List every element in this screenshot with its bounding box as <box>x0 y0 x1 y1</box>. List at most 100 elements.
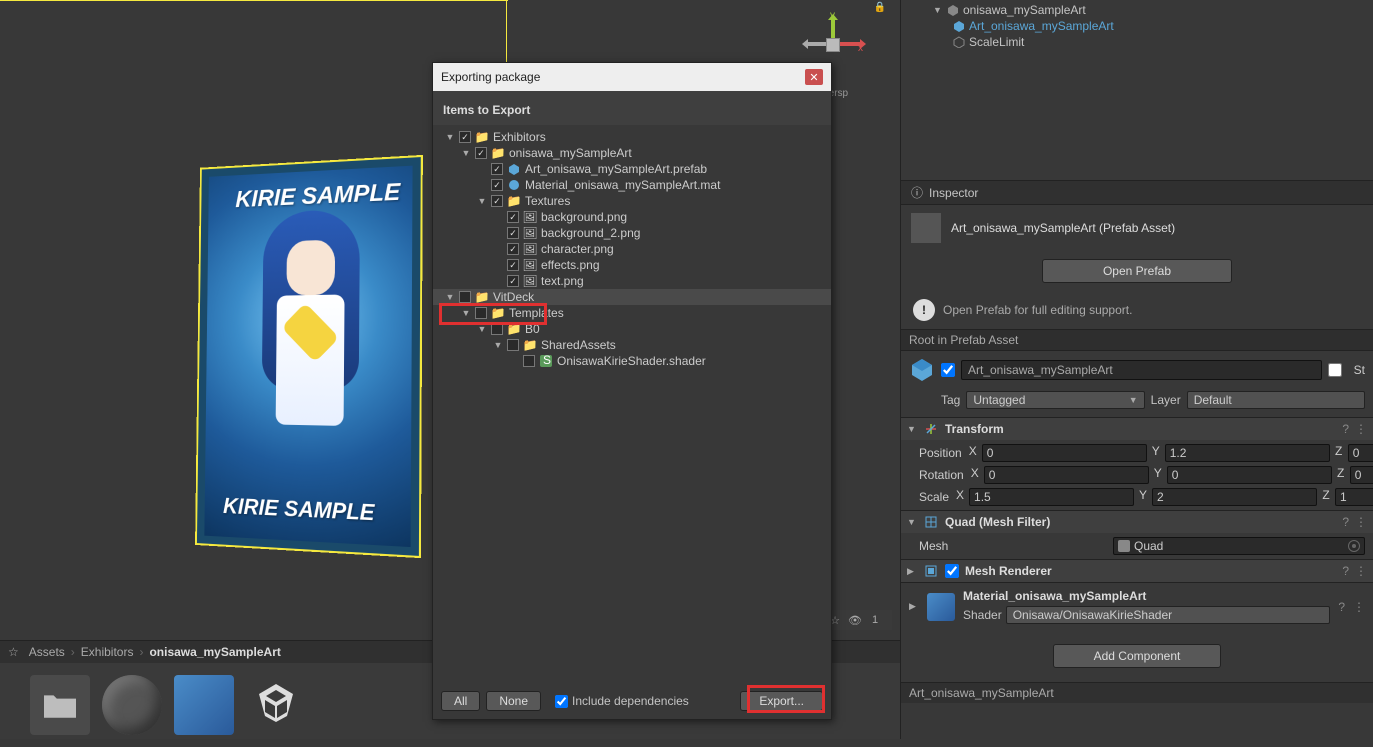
gameobject-name-input[interactable] <box>961 360 1322 380</box>
scale-x[interactable] <box>969 488 1134 506</box>
scale-y[interactable] <box>1152 488 1317 506</box>
tree-item[interactable]: 🖼text.png <box>433 273 831 289</box>
breadcrumb-root[interactable]: Assets <box>29 645 65 659</box>
menu-icon[interactable]: ⋮ <box>1353 600 1365 614</box>
visibility-icon[interactable]: 👁 <box>846 612 864 628</box>
tree-checkbox[interactable] <box>507 275 519 287</box>
tree-item[interactable]: 🖼background_2.png <box>433 225 831 241</box>
foldout-icon[interactable]: ▼ <box>477 196 487 206</box>
foldout-icon[interactable]: ▼ <box>933 5 943 15</box>
renderer-enable-checkbox[interactable] <box>945 564 959 578</box>
static-checkbox[interactable] <box>1328 363 1342 377</box>
breadcrumb-current[interactable]: onisawa_mySampleArt <box>149 645 280 659</box>
tree-item[interactable]: ▼📁onisawa_mySampleArt <box>433 145 831 161</box>
breadcrumb-l1[interactable]: Exhibitors <box>81 645 134 659</box>
dialog-titlebar[interactable]: Exporting package ✕ <box>433 63 831 91</box>
tree-item[interactable]: Art_onisawa_mySampleArt.prefab <box>433 161 831 177</box>
project-item-material[interactable] <box>102 675 162 735</box>
position-x[interactable] <box>982 444 1147 462</box>
layer-dropdown[interactable]: Default <box>1187 391 1365 409</box>
tree-item[interactable]: 🖼character.png <box>433 241 831 257</box>
gizmo-y-axis[interactable] <box>831 20 835 38</box>
foldout-icon[interactable]: ▼ <box>477 324 487 334</box>
tree-checkbox[interactable] <box>475 307 487 319</box>
tree-item[interactable]: ▼📁Templates <box>433 305 831 321</box>
foldout-icon[interactable]: ▼ <box>493 340 503 350</box>
tree-item-vitdeck[interactable]: ▼📁VitDeck <box>433 289 831 305</box>
project-item-folder[interactable] <box>30 675 90 735</box>
project-item-scene[interactable] <box>246 675 306 735</box>
foldout-icon[interactable]: ▼ <box>445 292 455 302</box>
include-dependencies-checkbox[interactable] <box>555 695 568 708</box>
help-icon[interactable]: ? <box>1342 564 1349 578</box>
gizmo-z-axis[interactable] <box>808 42 826 46</box>
shader-label: Shader <box>963 608 1002 622</box>
foldout-icon[interactable]: ▼ <box>907 517 917 527</box>
tree-item[interactable]: ▼📁Exhibitors <box>433 129 831 145</box>
menu-icon[interactable]: ⋮ <box>1355 515 1367 529</box>
rotation-x[interactable] <box>984 466 1149 484</box>
rotation-z[interactable] <box>1350 466 1373 484</box>
tree-checkbox[interactable] <box>491 195 503 207</box>
tree-checkbox[interactable] <box>507 211 519 223</box>
menu-icon[interactable]: ⋮ <box>1355 564 1367 578</box>
none-button[interactable]: None <box>486 691 541 711</box>
tree-item[interactable]: 🖼effects.png <box>433 257 831 273</box>
inspector-tab-label: Inspector <box>929 186 978 200</box>
tree-item[interactable]: SOnisawaKirieShader.shader <box>433 353 831 369</box>
enable-checkbox[interactable] <box>941 363 955 377</box>
rotation-y[interactable] <box>1167 466 1332 484</box>
tree-item[interactable]: ▼📁Textures <box>433 193 831 209</box>
tree-checkbox[interactable] <box>523 355 535 367</box>
project-item-prefab[interactable] <box>174 675 234 735</box>
favorite-icon[interactable]: ☆ <box>8 645 19 659</box>
foldout-icon[interactable]: ▼ <box>445 132 455 142</box>
tree-item[interactable]: 🖼background.png <box>433 209 831 225</box>
foldout-icon[interactable]: ▼ <box>461 148 471 158</box>
hierarchy-item[interactable]: ▼ onisawa_mySampleArt <box>901 2 1373 18</box>
help-icon[interactable]: ? <box>1342 422 1349 436</box>
foldout-icon[interactable]: ▼ <box>907 424 917 434</box>
foldout-icon[interactable]: ▶ <box>909 601 919 612</box>
hierarchy-item[interactable]: ScaleLimit <box>901 34 1373 50</box>
tree-checkbox[interactable] <box>459 131 471 143</box>
position-z[interactable] <box>1348 444 1373 462</box>
foldout-icon[interactable]: ▼ <box>461 308 471 318</box>
tree-checkbox[interactable] <box>507 227 519 239</box>
scene-object-selected[interactable]: KIRIE SAMPLE KIRIE SAMPLE <box>195 155 423 558</box>
tree-item[interactable]: Material_onisawa_mySampleArt.mat <box>433 177 831 193</box>
gizmo-y-label: y <box>830 10 835 21</box>
tree-checkbox[interactable] <box>491 163 503 175</box>
object-picker-icon[interactable] <box>1348 540 1360 552</box>
menu-icon[interactable]: ⋮ <box>1355 422 1367 436</box>
tree-item[interactable]: ▼📁B0 <box>433 321 831 337</box>
tree-item[interactable]: ▼📁SharedAssets <box>433 337 831 353</box>
shader-dropdown[interactable]: Onisawa/OnisawaKirieShader <box>1006 606 1331 624</box>
help-icon[interactable]: ? <box>1338 600 1345 614</box>
tree-checkbox[interactable] <box>507 243 519 255</box>
open-prefab-button[interactable]: Open Prefab <box>1042 259 1232 283</box>
tree-checkbox[interactable] <box>507 259 519 271</box>
lock-icon[interactable]: 🔒 <box>874 2 886 13</box>
tag-dropdown[interactable]: Untagged▼ <box>966 391 1144 409</box>
all-button[interactable]: All <box>441 691 480 711</box>
foldout-icon[interactable]: ▶ <box>907 566 917 577</box>
mesh-field[interactable]: Quad <box>1113 537 1365 555</box>
inspector-tab[interactable]: ⓘ Inspector <box>901 181 1373 205</box>
add-component-button[interactable]: Add Component <box>1053 644 1222 668</box>
tree-checkbox[interactable] <box>491 323 503 335</box>
close-button[interactable]: ✕ <box>805 69 823 85</box>
include-dependencies[interactable]: Include dependencies <box>555 694 689 708</box>
position-y[interactable] <box>1165 444 1330 462</box>
scale-z[interactable] <box>1335 488 1373 506</box>
renderer-icon <box>923 563 939 579</box>
tree-checkbox[interactable] <box>507 339 519 351</box>
hierarchy-item-selected[interactable]: Art_onisawa_mySampleArt <box>901 18 1373 34</box>
gizmo-cube[interactable] <box>826 38 840 52</box>
export-button[interactable]: Export... <box>740 691 823 711</box>
gizmo-x-axis[interactable] <box>840 42 860 46</box>
tree-checkbox[interactable] <box>475 147 487 159</box>
tree-checkbox[interactable] <box>459 291 471 303</box>
help-icon[interactable]: ? <box>1342 515 1349 529</box>
tree-checkbox[interactable] <box>491 179 503 191</box>
